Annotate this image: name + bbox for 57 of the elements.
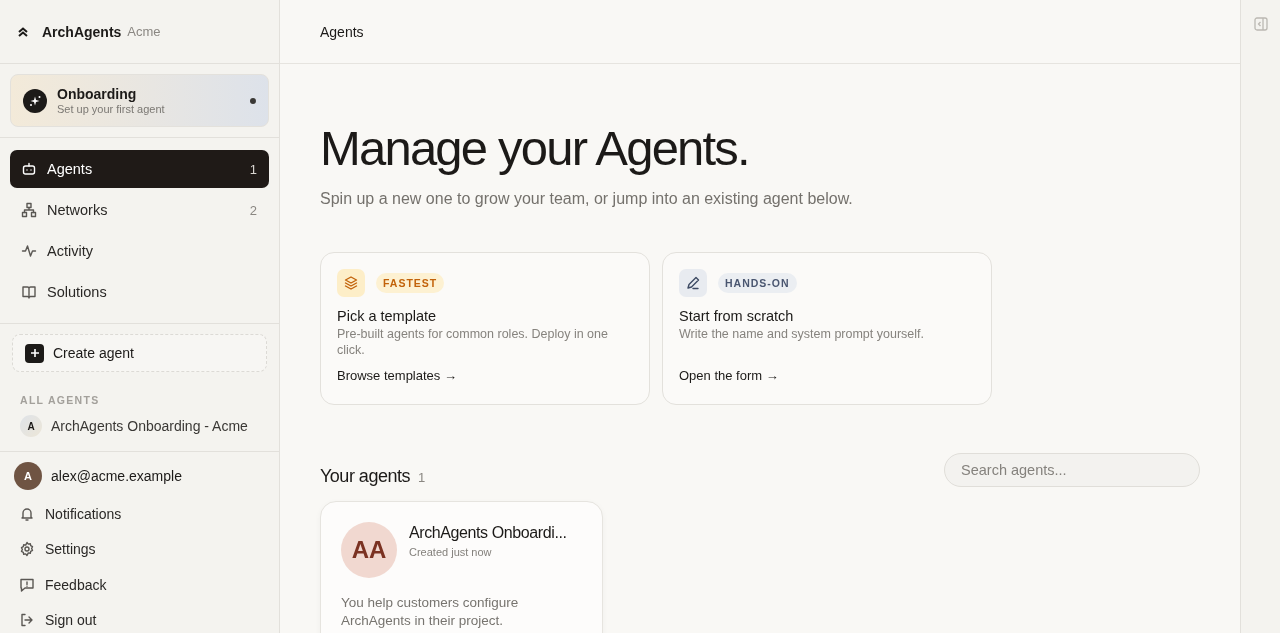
card-link[interactable]: Open the form → bbox=[679, 368, 975, 383]
agent-description: You help customers configure ArchAgents in their project. bbox=[341, 594, 520, 630]
layers-icon bbox=[343, 275, 359, 291]
hierarchy-icon bbox=[21, 202, 37, 218]
item-count: 2 bbox=[249, 202, 257, 218]
organization-name: Acme bbox=[127, 24, 161, 39]
agent-card[interactable]: AA ArchAgents Onboardi... Created just now You help customers configure ArchAgents in their project. bbox=[320, 501, 603, 633]
avatar: A bbox=[20, 415, 42, 437]
plus-icon bbox=[25, 343, 44, 363]
tag: FASTEST bbox=[376, 273, 445, 293]
item-count: 1 bbox=[249, 161, 257, 177]
sign-out-icon bbox=[19, 612, 35, 629]
section-heading: ALL AGENTS bbox=[20, 394, 101, 406]
card-link[interactable]: Browse templates → bbox=[337, 368, 633, 383]
pencil-icon bbox=[685, 275, 701, 291]
option-card[interactable]: HANDS-ON Start from scratch Write the name and system prompt yourself. Open the form → bbox=[662, 252, 992, 405]
nav-item[interactable]: Solutions bbox=[10, 273, 269, 311]
pulse-icon bbox=[21, 243, 37, 259]
card-title: Pick a template bbox=[337, 308, 438, 324]
onboarding-subtitle: Set up your first agent bbox=[57, 103, 166, 115]
card-description: Pre-built agents for common roles. Deploy in one click. bbox=[337, 326, 609, 359]
brand-name: ArchAgents bbox=[42, 23, 122, 40]
onboarding-title: Onboarding bbox=[57, 86, 138, 103]
sparkle-icon bbox=[23, 88, 47, 113]
tag: HANDS-ON bbox=[718, 273, 797, 293]
card-title: Start from scratch bbox=[679, 308, 795, 324]
agent-list-item[interactable]: A ArchAgents Onboarding - Acme bbox=[12, 406, 267, 437]
hero-subtitle: Spin up a new one to grow your team, or jump into an existing agent below. bbox=[320, 190, 854, 208]
section-title: Your agents bbox=[320, 465, 410, 487]
onboarding-card[interactable]: Onboarding Set up your first agent bbox=[10, 74, 269, 127]
chevrons-up-icon bbox=[17, 26, 29, 37]
page-title: Agents bbox=[320, 23, 364, 40]
menu-item[interactable]: Feedback bbox=[14, 567, 265, 603]
menu-item[interactable]: Settings bbox=[14, 531, 265, 567]
agent-name: ArchAgents Onboardi... bbox=[409, 524, 567, 542]
option-card[interactable]: FASTEST Pick a template Pre-built agents for common roles. Deploy in one click. Browse templates → bbox=[320, 252, 650, 405]
hero-title: Manage your Agents. bbox=[320, 122, 750, 174]
user-menu[interactable]: A alex@acme.example bbox=[14, 462, 265, 490]
book-icon bbox=[21, 284, 37, 300]
menu-item[interactable]: Notifications bbox=[14, 496, 265, 532]
user-email: alex@acme.example bbox=[51, 468, 182, 484]
bell-icon bbox=[19, 505, 35, 522]
nav-item[interactable]: Activity bbox=[10, 232, 269, 270]
message-alert-icon bbox=[19, 576, 35, 593]
robot-icon bbox=[21, 161, 37, 177]
user-avatar: A bbox=[14, 462, 42, 490]
search-field[interactable]: Search agents... bbox=[944, 453, 1200, 487]
settings-icon bbox=[19, 541, 35, 558]
agent-avatar: AA bbox=[341, 522, 397, 578]
created-time: Created just now bbox=[409, 546, 493, 558]
nav-item[interactable]: Agents 1 bbox=[10, 150, 269, 188]
create-agent-button[interactable]: Create agent bbox=[12, 334, 267, 372]
agent-count: 1 bbox=[417, 469, 426, 485]
nav-item[interactable]: Networks 2 bbox=[10, 191, 269, 229]
menu-item[interactable]: Sign out bbox=[14, 602, 265, 633]
collapse-panel-icon[interactable] bbox=[1253, 17, 1268, 31]
card-description: Write the name and system prompt yourself. bbox=[679, 326, 925, 343]
